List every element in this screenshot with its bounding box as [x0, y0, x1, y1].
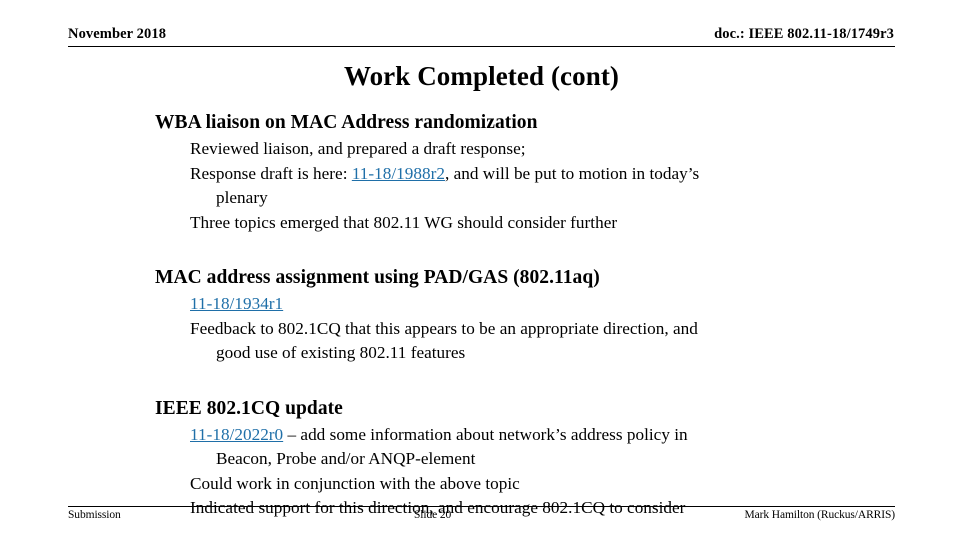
slide-header: November 2018 doc.: IEEE 802.11-18/1749r… — [68, 26, 895, 47]
content-section-2: MAC address assignment using PAD/GAS (80… — [150, 265, 910, 366]
bullet-text: plenary — [216, 188, 268, 208]
page-title: Work Completed (cont) — [343, 61, 620, 91]
content-section-1: WBA liaison on MAC Address randomization… — [150, 110, 910, 235]
section-heading-3: IEEE 802.1CQ update — [155, 397, 343, 419]
bullet-1-3: plenary — [190, 186, 910, 210]
bullet-text-pre: Response draft is here: — [190, 163, 352, 183]
slide: November 2018 doc.: IEEE 802.11-18/1749r… — [0, 0, 960, 540]
bullet-2-3: good use of existing 802.11 features — [190, 341, 910, 365]
footer-submission: Submission — [68, 509, 121, 521]
header-date: November 2018 — [68, 26, 167, 42]
content-section-3: IEEE 802.1CQ update 11-18/2022r0 – add s… — [150, 396, 910, 521]
bullet-text: good use of existing 802.11 features — [216, 343, 466, 363]
section-heading-2: MAC address assignment using PAD/GAS (80… — [155, 267, 600, 289]
footer-slide-number: Slide 20 — [413, 509, 452, 521]
bullet-text: Three topics emerged that 802.11 WG shou… — [190, 212, 618, 232]
doc-link-1934r1[interactable]: 11-18/1934r1 — [190, 294, 283, 313]
bullet-text: Beacon, Probe and/or ANQP-element — [216, 449, 476, 469]
bullet-1-1: Reviewed liaison, and prepared a draft r… — [190, 137, 910, 161]
bullet-2-2: Feedback to 802.1CQ that this appears to… — [190, 317, 910, 341]
header-doc-number: doc.: IEEE 802.11-18/1749r3 — [714, 26, 894, 42]
bullet-text: Feedback to 802.1CQ that this appears to… — [190, 318, 698, 338]
bullet-3-1: 11-18/2022r0 – add some information abou… — [190, 423, 910, 447]
bullet-3-2: Beacon, Probe and/or ANQP-element — [190, 447, 910, 471]
bullet-text-post: – add some information about network’s a… — [283, 424, 688, 444]
section-heading-1: WBA liaison on MAC Address randomization — [155, 112, 538, 133]
bullet-1-4: Three topics emerged that 802.11 WG shou… — [190, 211, 910, 235]
footer-author: Mark Hamilton (Ruckus/ARRIS) — [744, 509, 895, 521]
bullet-2-1: 11-18/1934r1 — [190, 292, 910, 316]
bullet-text: Could work in conjunction with the above… — [190, 473, 520, 493]
slide-body: WBA liaison on MAC Address randomization… — [150, 110, 910, 521]
bullet-text: Reviewed liaison, and prepared a draft r… — [190, 139, 526, 159]
bullet-3-3: Could work in conjunction with the above… — [190, 472, 910, 496]
slide-footer: Submission Slide 20 Mark Hamilton (Rucku… — [68, 506, 895, 521]
bullet-text-post: , and will be put to motion in today’s — [444, 163, 700, 183]
bullet-1-2: Response draft is here: 11-18/1988r2, an… — [190, 162, 910, 186]
doc-link-1988r2[interactable]: 11-18/1988r2 — [352, 164, 445, 183]
doc-link-2022r0[interactable]: 11-18/2022r0 — [190, 425, 283, 444]
